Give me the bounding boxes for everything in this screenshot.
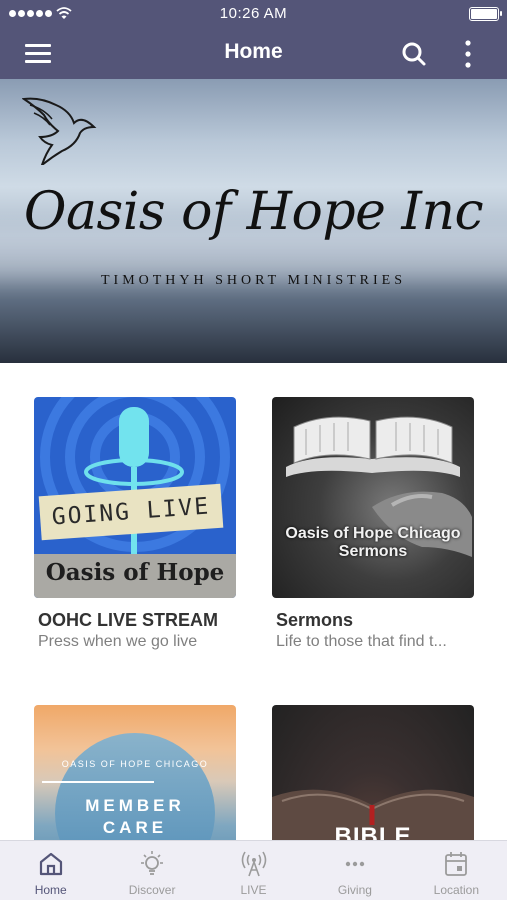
card-title: Sermons — [276, 610, 354, 630]
tab-label: Home — [34, 883, 67, 897]
broadcast-icon — [241, 851, 266, 877]
live-stream-thumbnail: GOING LIVE Oasis of Hope — [34, 397, 236, 598]
tab-label: Giving — [337, 883, 372, 897]
tab-location[interactable]: Location — [406, 841, 507, 900]
bottom-tab-bar: Home Discover LIVE Giving Location — [0, 840, 507, 900]
live-thumb-footer-text: Oasis of Hope — [45, 559, 225, 586]
banner-subtitle: TIMOTHYH SHORT MINISTRIES — [100, 273, 407, 288]
card-subtitle: Life to those that find t... — [276, 633, 447, 650]
calendar-icon — [445, 852, 468, 876]
banner-title: Oasis of Hope Inc — [23, 182, 484, 242]
page-title: Home — [224, 40, 283, 63]
hamburger-icon-bar — [25, 60, 51, 63]
sermons-thumb-text: Oasis of Hope Chicago Sermons — [272, 525, 474, 561]
home-icon — [39, 852, 62, 876]
search-icon[interactable] — [398, 38, 430, 70]
member-care-line1: MEMBER — [85, 796, 185, 815]
hero-banner: Oasis of Hope Inc TIMOTHYH SHORT MINISTR… — [0, 79, 507, 363]
tab-giving[interactable]: Giving — [304, 841, 405, 900]
battery-icon — [469, 7, 502, 21]
live-thumb-footer: Oasis of Hope — [34, 554, 236, 598]
card-subtitle: Press when we go live — [38, 633, 198, 650]
member-care-thumb-top: OASIS OF HOPE CHICAGO — [61, 759, 209, 769]
member-care-divider — [42, 781, 154, 783]
menu-button[interactable] — [22, 39, 56, 67]
open-bible-icon — [286, 416, 472, 557]
sermons-thumb-line2: Sermons — [338, 543, 408, 560]
more-vertical-icon[interactable] — [456, 38, 480, 70]
lightbulb-icon — [141, 851, 164, 875]
sermons-thumb-line1: Oasis of Hope Chicago — [285, 525, 461, 542]
more-dots-icon — [345, 861, 365, 867]
dove-icon — [22, 97, 97, 165]
card-live-stream[interactable]: GOING LIVE Oasis of Hope OOHC LIVE STREA… — [34, 397, 236, 651]
sermons-thumbnail: Oasis of Hope Chicago Sermons — [272, 397, 474, 598]
status-bar: 10:26 AM — [0, 0, 507, 28]
hamburger-icon-bar — [25, 52, 51, 55]
status-time: 10:26 AM — [219, 5, 288, 22]
tab-label: Location — [433, 883, 480, 897]
tab-live[interactable]: LIVE — [203, 841, 304, 900]
tab-label: LIVE — [240, 883, 267, 897]
hamburger-icon — [25, 44, 51, 47]
member-care-thumb-text: MEMBER CARE — [34, 795, 236, 839]
tab-discover[interactable]: Discover — [101, 841, 202, 900]
tab-label: Discover — [128, 883, 176, 897]
nav-bar: Home — [0, 28, 507, 79]
tab-home[interactable]: Home — [0, 841, 101, 900]
card-sermons[interactable]: Oasis of Hope Chicago Sermons Sermons Li… — [272, 397, 474, 651]
member-care-line2: CARE — [102, 818, 168, 837]
card-title: OOHC LIVE STREAM — [38, 610, 219, 630]
